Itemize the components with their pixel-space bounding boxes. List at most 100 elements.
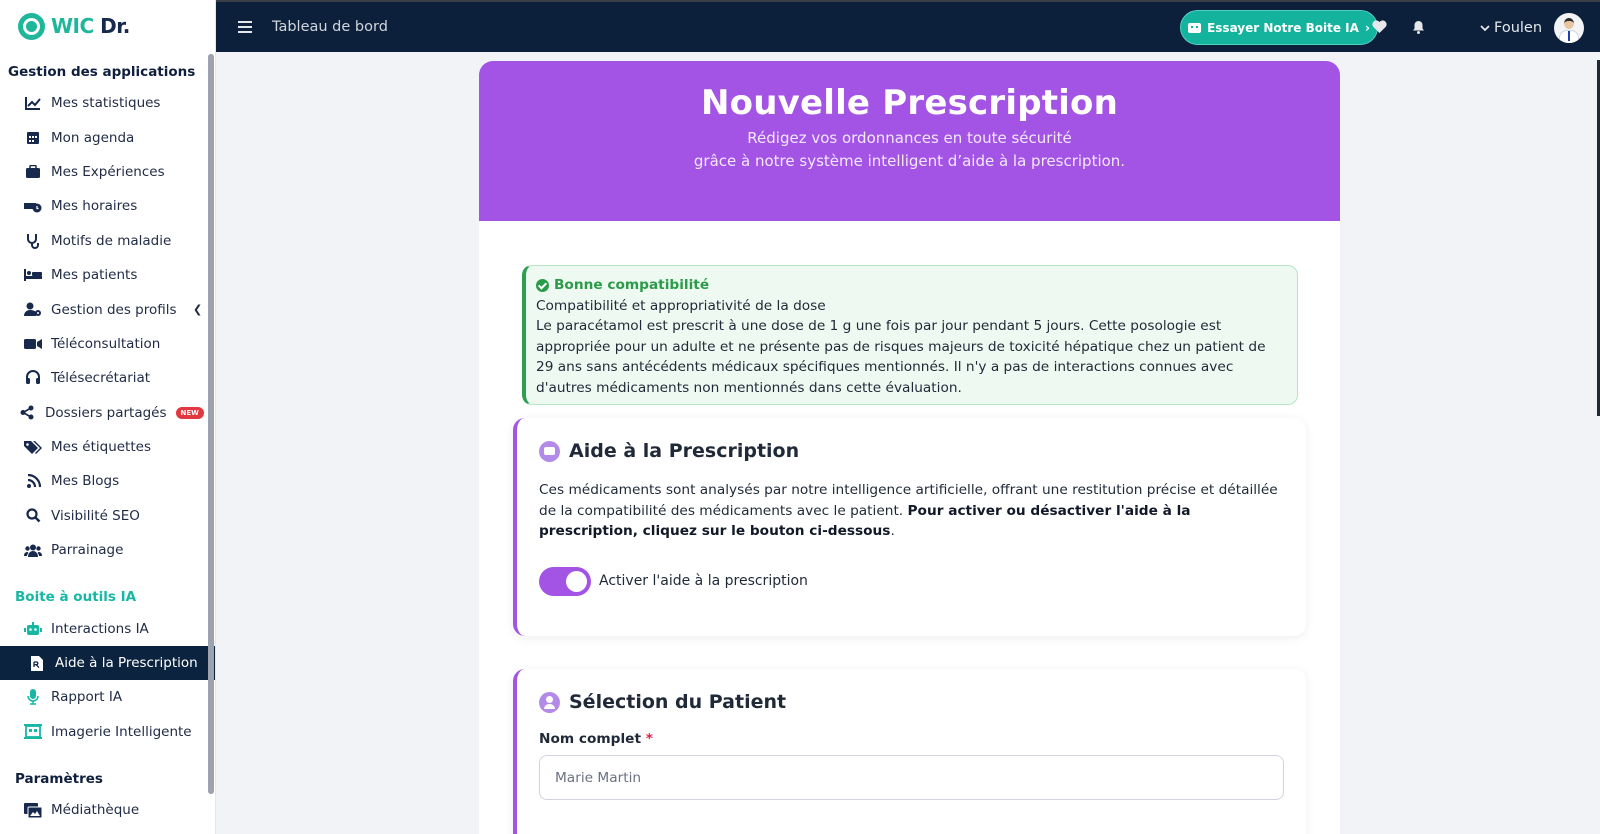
sidebar-item-label: Rapport IA (51, 689, 123, 706)
sidebar-item-rapport-ia[interactable]: Rapport IA (0, 680, 215, 714)
robot-icon (24, 620, 42, 638)
prescription-aid-toggle[interactable] (539, 566, 591, 596)
sidebar-item-label: Mon agenda (51, 129, 135, 146)
required-mark: * (645, 731, 653, 747)
sidebar-item-patients[interactable]: Mes patients (0, 258, 215, 292)
section-title-settings: Paramètres (15, 771, 103, 788)
alert-title-text: Bonne compatibilité (554, 277, 710, 293)
check-circle-icon (536, 278, 549, 292)
sidebar-item-motifs[interactable]: Motifs de maladie (0, 224, 215, 258)
toggle-label: Activer l'aide à la prescription (599, 573, 808, 590)
sidebar-item-blogs[interactable]: Mes Blogs (0, 464, 215, 498)
user-menu[interactable]: Foulen (1480, 2, 1585, 54)
microphone-icon (24, 688, 42, 706)
chevron-left-icon[interactable]: ❮ (193, 303, 202, 316)
logo[interactable]: WIC Dr. (0, 0, 215, 52)
logo-icon (18, 12, 45, 40)
blog-icon (24, 472, 42, 490)
chevron-right-icon: › (1364, 20, 1370, 35)
heart-icon[interactable] (1372, 20, 1387, 37)
sidebar-item-mediatheque[interactable]: Médiathèque (0, 793, 215, 827)
sidebar-item-label: Interactions IA (51, 620, 149, 637)
sidebar-item-label: Imagerie Intelligente (51, 723, 192, 740)
patient-selection-header: Sélection du Patient (539, 691, 1284, 713)
page-title: Tableau de bord (272, 19, 388, 35)
sidebar-item-label: Aide à la Prescription (55, 655, 198, 672)
compatibility-alert: Bonne compatibilité Compatibilité et app… (522, 265, 1298, 405)
hamburger-menu-icon[interactable] (238, 21, 252, 33)
sidebar-item-label: Dossiers partagés (45, 404, 167, 421)
sidebar-scrollbar[interactable] (208, 54, 214, 794)
sidebar-item-imagerie[interactable]: Imagerie Intelligente (0, 715, 215, 749)
sidebar-item-label: Mes Blogs (51, 473, 120, 490)
prescription-aid-section: Aide à la Prescription Ces médicaments s… (513, 418, 1306, 636)
prescription-aid-header: Aide à la Prescription (539, 440, 1284, 462)
prescription-aid-text-end: . (890, 523, 895, 540)
main-content: Nouvelle Prescription Rédigez vos ordonn… (216, 52, 1600, 834)
sidebar-item-label: Mes patients (51, 267, 138, 284)
sidebar-item-label: Mes étiquettes (51, 439, 151, 456)
try-ai-button-label: Essayer Notre Boite IA (1207, 20, 1359, 35)
bell-icon[interactable] (1412, 20, 1425, 38)
user-gear-icon (24, 301, 42, 319)
sidebar-item-teleconsultation[interactable]: Téléconsultation (0, 327, 215, 361)
sidebar-item-label: Parrainage (51, 542, 124, 559)
sidebar-item-label: Gestion des profils (51, 301, 177, 318)
section-title-ai: Boite à outils IA (15, 589, 137, 606)
hero-subtitle-1: Rédigez vos ordonnances en toute sécurit… (747, 129, 1072, 147)
sidebar-item-interactions-ia[interactable]: Interactions IA (0, 611, 215, 645)
avatar[interactable] (1554, 13, 1585, 43)
alert-body: Le paracétamol est prescrit à une dose d… (536, 318, 1266, 396)
sidebar-item-etiquettes[interactable]: Mes étiquettes (0, 430, 215, 464)
sidebar-item-seo[interactable]: Visibilité SEO (0, 499, 215, 533)
full-name-input[interactable] (539, 755, 1284, 800)
bed-clock-icon (24, 197, 42, 215)
robot-icon (539, 440, 560, 462)
sidebar-item-label: Mes horaires (51, 198, 138, 215)
prescription-file-icon (28, 654, 46, 672)
try-ai-button[interactable]: Essayer Notre Boite IA › (1180, 10, 1378, 45)
robot-icon (1188, 22, 1202, 33)
sidebar-item-agenda[interactable]: Mon agenda (0, 120, 215, 154)
sidebar-item-aide-prescription[interactable]: Aide à la Prescription (0, 645, 215, 681)
user-circle-icon (539, 691, 560, 713)
calendar-icon (24, 129, 42, 147)
prescription-card: Nouvelle Prescription Rédigez vos ordonn… (479, 61, 1340, 834)
video-icon (24, 335, 42, 353)
search-icon (24, 507, 42, 525)
sidebar: WIC Dr. Gestion des applications Mes sta… (0, 0, 216, 834)
alert-title: Bonne compatibilité (536, 275, 1287, 296)
sidebar-item-parrainage[interactable]: Parrainage (0, 533, 215, 567)
patient-selection-section: Sélection du Patient Nom complet * (513, 669, 1306, 834)
patient-selection-title: Sélection du Patient (569, 691, 787, 713)
sidebar-item-label: Télésecrétariat (51, 370, 151, 387)
full-name-label-text: Nom complet (539, 731, 641, 747)
chart-line-icon (24, 94, 42, 112)
users-icon (24, 541, 42, 559)
hero-subtitle-2: grâce à notre système intelligent d’aide… (693, 152, 1126, 170)
sidebar-item-label: Mes Expériences (51, 163, 165, 180)
photo-video-icon (24, 801, 42, 819)
sidebar-item-horaires[interactable]: Mes horaires (0, 189, 215, 223)
hero-banner: Nouvelle Prescription Rédigez vos ordonn… (479, 61, 1340, 221)
sidebar-item-statistiques[interactable]: Mes statistiques (0, 86, 215, 120)
sidebar-item-label: Médiathèque (51, 802, 140, 819)
headset-icon (24, 369, 42, 387)
sidebar-item-telesecretariat[interactable]: Télésecrétariat (0, 361, 215, 395)
user-name: Foulen (1494, 20, 1543, 36)
prescription-aid-description: Ces médicaments sont analysés par notre … (539, 480, 1284, 542)
sidebar-item-profils[interactable]: Gestion des profils ❮ (0, 292, 215, 326)
tags-icon (24, 438, 42, 456)
sidebar-item-label: Motifs de maladie (51, 232, 172, 249)
sidebar-item-experiences[interactable]: Mes Expériences (0, 155, 215, 189)
new-badge: NEW (175, 406, 204, 419)
sidebar-item-dossiers-partages[interactable]: Dossiers partagés NEW (0, 396, 215, 430)
building-icon (24, 723, 42, 741)
share-icon (18, 404, 36, 422)
sidebar-item-label: Téléconsultation (51, 335, 161, 352)
sidebar-item-label: Visibilité SEO (51, 507, 140, 524)
hero-title: Nouvelle Prescription (700, 83, 1118, 123)
hospital-bed-icon (24, 266, 42, 284)
section-title-apps: Gestion des applications (8, 64, 196, 80)
prescription-aid-toggle-row: Activer l'aide à la prescription (539, 566, 1284, 596)
